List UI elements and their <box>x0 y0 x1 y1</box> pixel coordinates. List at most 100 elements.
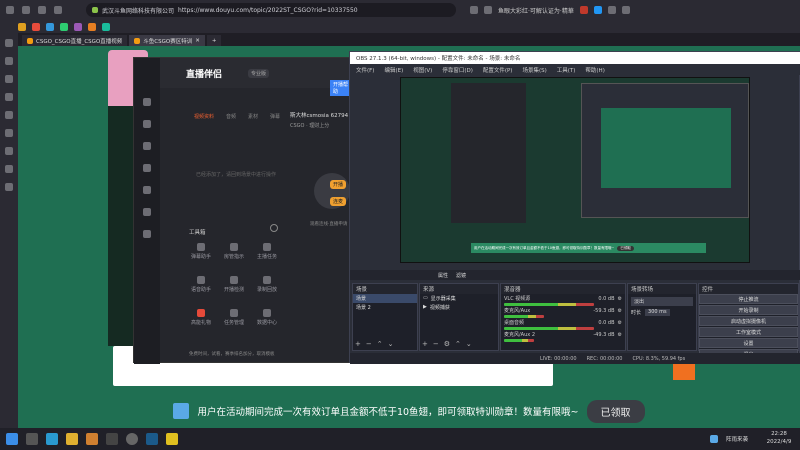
filters-button[interactable]: 滤镜 <box>456 272 466 279</box>
tab-audio[interactable]: 音频 <box>226 113 236 120</box>
menu-file[interactable]: 文件(F) <box>356 66 374 74</box>
extension-icon[interactable] <box>470 6 478 14</box>
tool-task-manage[interactable]: 任务管理 <box>219 309 249 326</box>
add-icon[interactable]: + <box>422 340 428 348</box>
remove-icon[interactable]: − <box>366 340 372 348</box>
tool-data[interactable]: 数据中心 <box>252 309 282 326</box>
up-icon[interactable]: ⌃ <box>455 340 461 348</box>
new-tab-button[interactable]: + <box>206 35 222 46</box>
book-icon[interactable] <box>5 147 13 155</box>
star-icon[interactable] <box>18 22 26 31</box>
claim-button[interactable]: 已领取 <box>586 399 645 423</box>
edge-icon[interactable] <box>46 433 58 445</box>
taskbar-clock[interactable]: 22:28 2022/4/9 <box>760 430 798 446</box>
game-icon[interactable] <box>166 433 178 445</box>
obs-icon[interactable] <box>126 433 138 445</box>
tab-video[interactable]: 视频资料 <box>194 113 214 120</box>
weather-text[interactable]: 阵雨来袭 <box>726 435 748 443</box>
tool-danmaku[interactable]: 弹幕助手 <box>186 243 216 260</box>
virtual-camera-button[interactable]: 启动虚拟摄像机 <box>699 316 798 326</box>
address-bar[interactable]: 武汉斗鱼网络科技有限公司 https://www.douyu.com/topic… <box>86 3 456 17</box>
bookmark-icon[interactable] <box>74 22 82 31</box>
gear-icon[interactable]: ⚙ <box>618 332 622 338</box>
tool-icon[interactable] <box>143 230 151 238</box>
transition-select[interactable]: 淡出 <box>631 297 693 306</box>
download-icon[interactable] <box>5 183 13 191</box>
scene-item[interactable]: 场景 <box>353 294 417 303</box>
start-recording-button[interactable]: 开始录制 <box>699 305 798 315</box>
reload-icon[interactable] <box>38 6 46 14</box>
history-icon[interactable] <box>5 75 13 83</box>
gift-icon[interactable] <box>143 164 151 172</box>
star-icon[interactable] <box>5 39 13 47</box>
stop-streaming-button[interactable]: 停止推流 <box>699 294 798 304</box>
app-icon[interactable] <box>106 433 118 445</box>
close-icon[interactable]: ✕ <box>195 38 200 44</box>
home-icon[interactable] <box>54 6 62 14</box>
source-item[interactable]: ▭ 显示器采集 <box>420 294 498 303</box>
tab-danmaku[interactable]: 弹幕 <box>270 113 280 120</box>
search-icon[interactable] <box>26 433 38 445</box>
forward-icon[interactable] <box>22 6 30 14</box>
tool-room-manager[interactable]: 房管指示 <box>219 243 249 260</box>
game-icon[interactable] <box>579 6 588 14</box>
gear-icon[interactable]: ⚙ <box>444 340 450 348</box>
obs-preview[interactable]: 用户在活动期间完成一次有效订单且金额不低于10鱼翅，即可领取特训勋章！数量有限哦… <box>400 77 750 263</box>
home-icon[interactable] <box>143 98 151 106</box>
chart-icon[interactable] <box>143 208 151 216</box>
menu-view[interactable]: 视图(V) <box>413 66 432 74</box>
menu-scene-collection[interactable]: 场景集(S) <box>522 66 546 74</box>
user-icon[interactable] <box>593 6 602 14</box>
mail-icon[interactable] <box>5 129 13 137</box>
menu-help[interactable]: 帮助(H) <box>585 66 604 74</box>
tool-gift[interactable]: 高能礼物 <box>186 309 216 326</box>
settings-icon[interactable] <box>270 224 278 232</box>
bookmark-icon[interactable] <box>46 22 54 31</box>
down-icon[interactable]: ⌄ <box>466 340 472 348</box>
bookmark-icon[interactable] <box>60 22 68 31</box>
bookmark-icon[interactable] <box>32 22 40 31</box>
up-icon[interactable]: ⌃ <box>377 340 383 348</box>
scene-item[interactable]: 场景 2 <box>353 303 417 312</box>
remove-icon[interactable]: − <box>433 340 439 348</box>
add-icon[interactable]: + <box>355 340 361 348</box>
notification-text[interactable]: 鱼眼大彩红·可解认证为·精華 <box>498 6 574 15</box>
gear-icon[interactable]: ⚙ <box>618 320 622 326</box>
scene-icon[interactable] <box>143 120 151 128</box>
note-icon[interactable] <box>5 93 13 101</box>
folder-icon[interactable] <box>86 433 98 445</box>
tool-detect[interactable]: 开播检测 <box>219 276 249 293</box>
windows-start-icon[interactable] <box>6 433 18 445</box>
search-icon[interactable] <box>5 57 13 65</box>
menu-docks[interactable]: 停靠窗口(D) <box>442 66 473 74</box>
steam-icon[interactable] <box>146 433 158 445</box>
tab-material[interactable]: 素材 <box>248 113 258 120</box>
shirt-icon[interactable] <box>143 186 151 194</box>
bookmark-icon[interactable] <box>102 22 110 31</box>
studio-mode-button[interactable]: 工作室模式 <box>699 327 798 337</box>
menu-icon[interactable] <box>621 6 630 14</box>
tool-replay[interactable]: 录制回放 <box>252 276 282 293</box>
menu-profile[interactable]: 配置文件(P) <box>483 66 513 74</box>
audio-icon[interactable] <box>143 142 151 150</box>
duration-input[interactable]: 300 ms <box>645 309 670 316</box>
translate-icon[interactable] <box>484 6 492 14</box>
back-icon[interactable] <box>6 6 14 14</box>
clock-icon[interactable] <box>5 165 13 173</box>
start-live-button[interactable]: 开播 <box>330 180 347 189</box>
tab-csgo-topic[interactable]: 斗鱼CSGO赛区特训 ✕ <box>129 35 205 46</box>
chat-icon[interactable] <box>5 111 13 119</box>
source-item[interactable]: ▶ 视频捕获 <box>420 303 498 312</box>
bookmark-icon[interactable] <box>88 22 96 31</box>
menu-tools[interactable]: 工具(T) <box>557 66 576 74</box>
menu-edit[interactable]: 编辑(E) <box>384 66 403 74</box>
down-icon[interactable]: ⌄ <box>388 340 394 348</box>
download-icon[interactable] <box>607 6 616 14</box>
explorer-icon[interactable] <box>66 433 78 445</box>
gear-icon[interactable]: ⚙ <box>618 308 622 314</box>
tool-tasks[interactable]: 主播任务 <box>252 243 282 260</box>
settings-button[interactable]: 设置 <box>699 338 798 348</box>
link-mic-button[interactable]: 连麦 <box>330 197 347 206</box>
properties-button[interactable]: 属性 <box>438 272 448 279</box>
gear-icon[interactable]: ⚙ <box>618 296 622 302</box>
